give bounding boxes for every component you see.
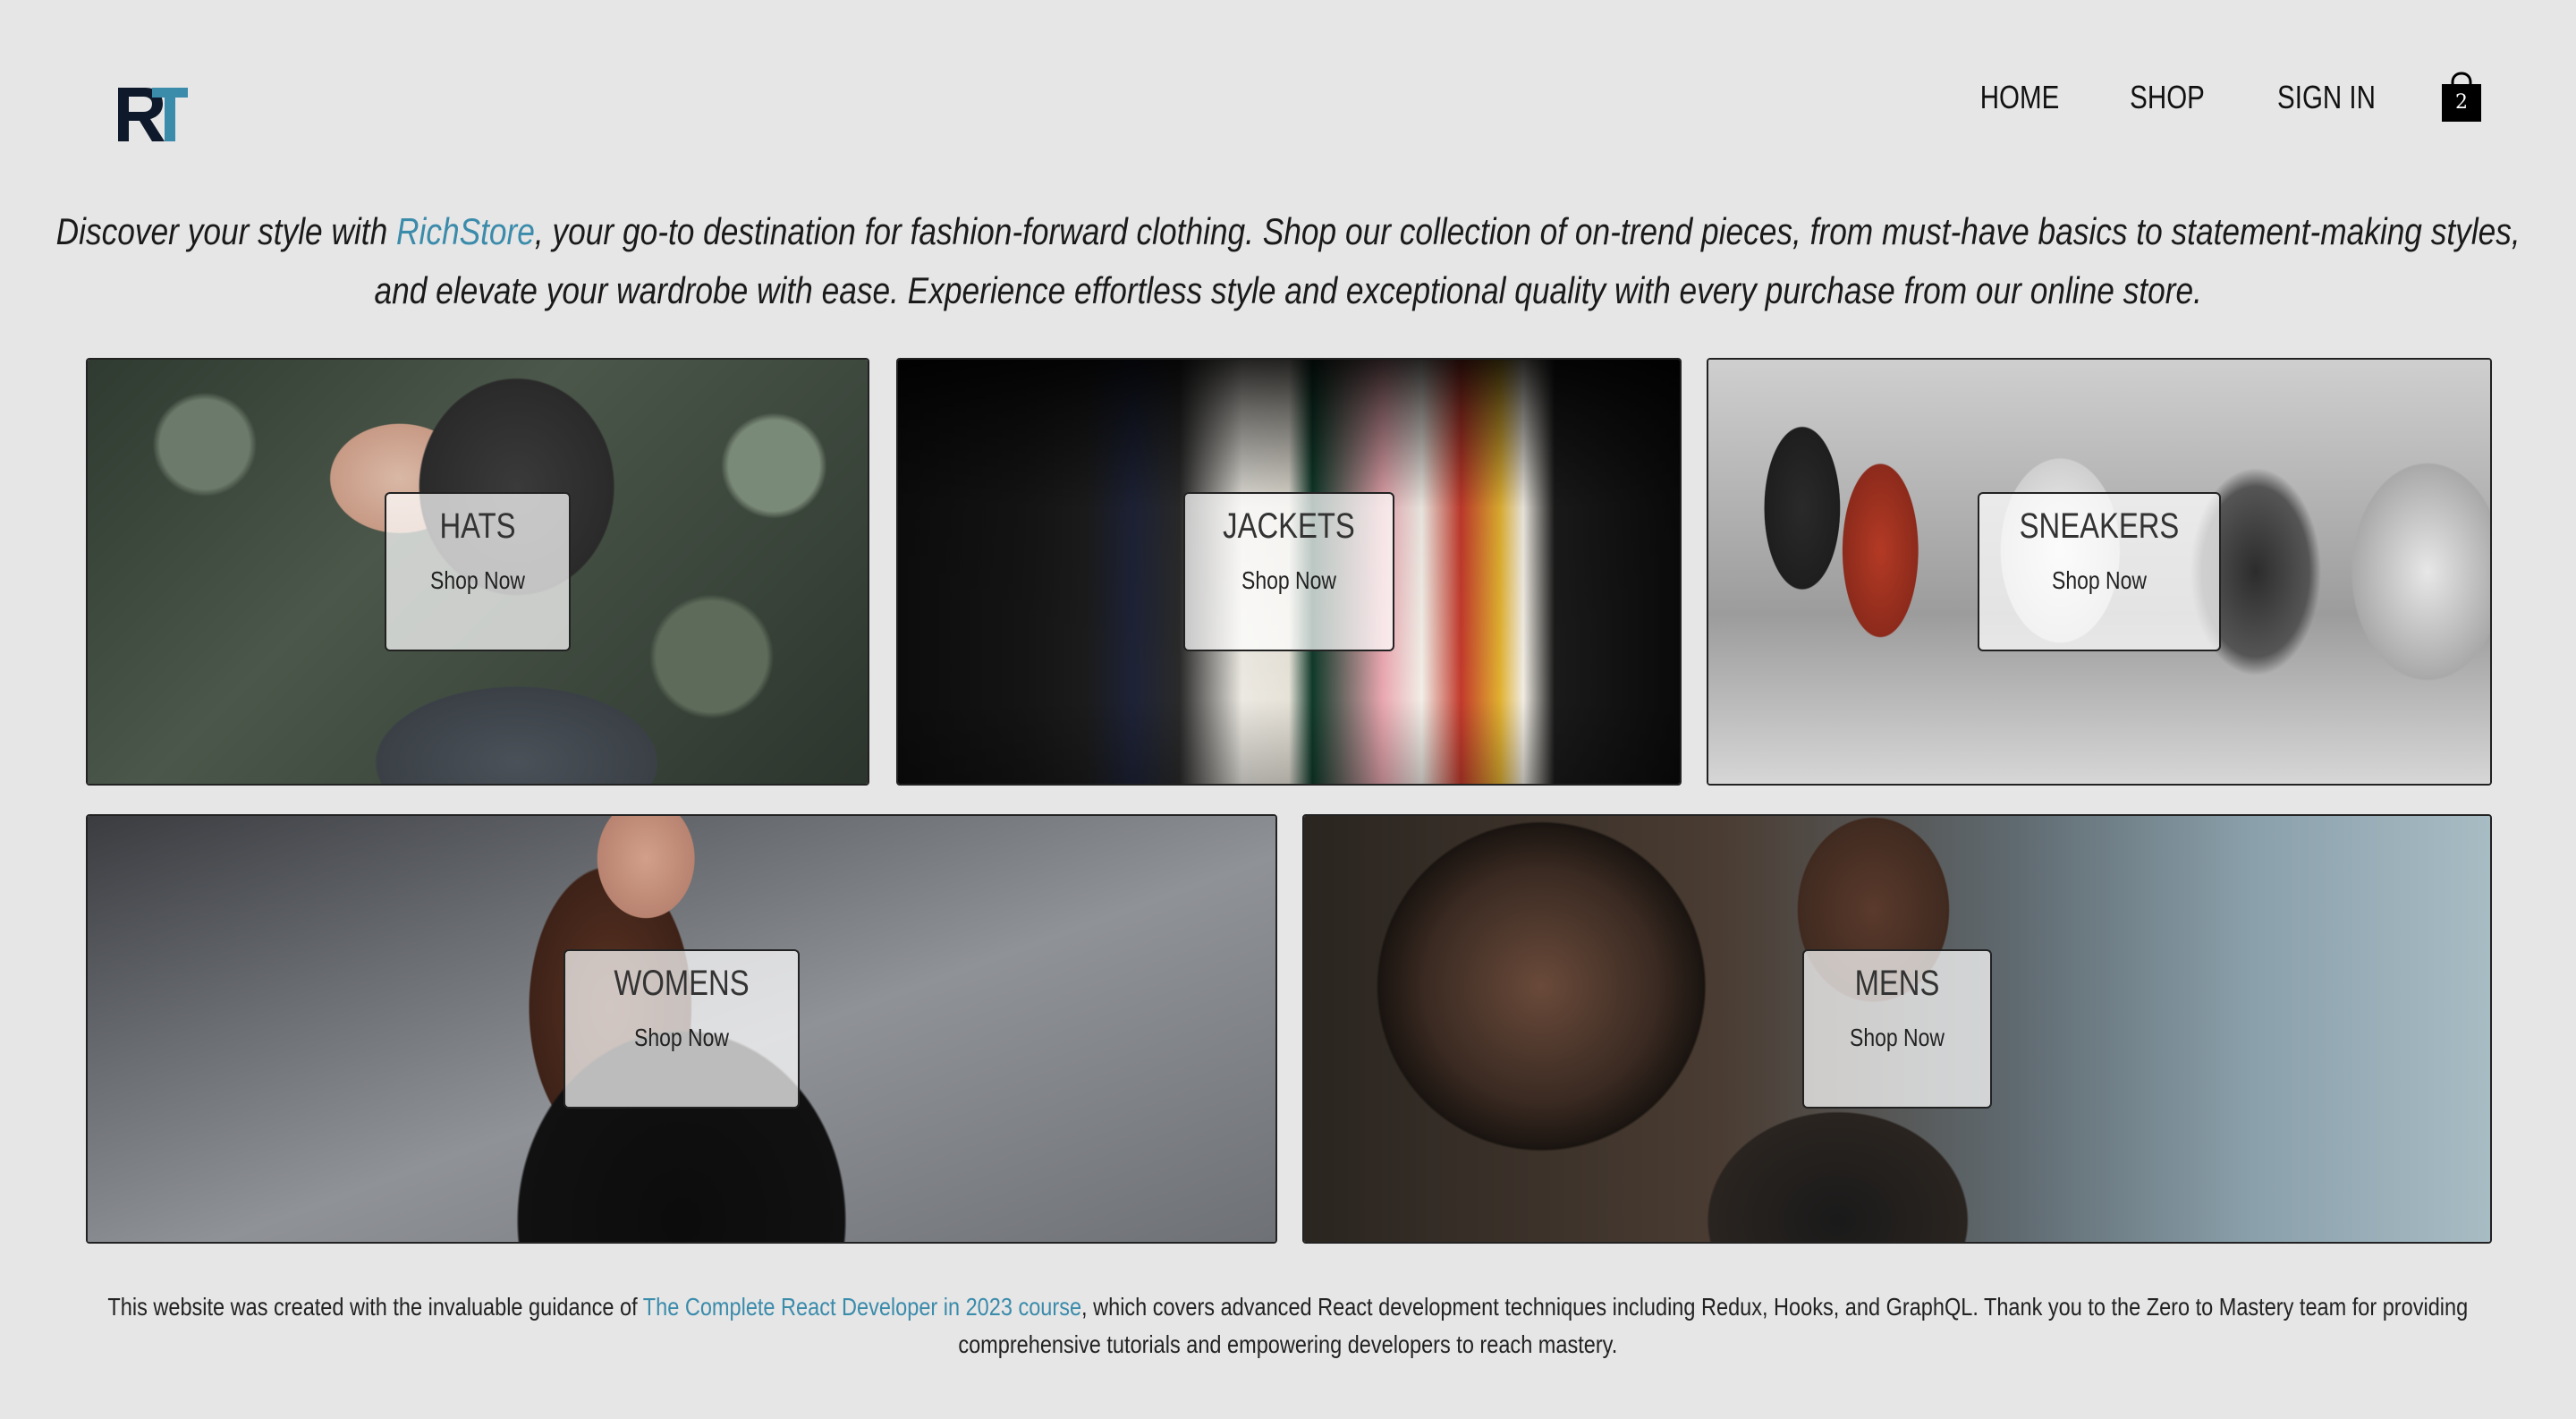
course-link[interactable]: The Complete React Developer in 2023 cou… [643,1293,1081,1321]
tagline-suffix: , your go-to destination for fashion-for… [374,210,2521,311]
category-title: SNEAKERS [2019,506,2180,546]
nav-sign-in-link[interactable]: SIGN IN [2277,79,2376,116]
main-nav: HOME SHOP SIGN IN 2 [1971,72,2483,123]
category-title: HATS [439,506,516,546]
nav-home-link[interactable]: HOME [1980,79,2060,116]
cart-count: 2 [2455,91,2468,114]
nav-shop-link[interactable]: SHOP [2130,79,2205,116]
category-card-jackets[interactable]: JACKETS Shop Now [896,358,1682,786]
mens-label-box[interactable]: MENS Shop Now [1802,949,1992,1109]
category-card-hats[interactable]: HATS Shop Now [86,358,869,786]
shop-now-link[interactable]: Shop Now [402,566,552,595]
category-card-womens[interactable]: WOMENS Shop Now [86,814,1277,1244]
shop-now-link[interactable]: Shop Now [1821,1024,1974,1052]
category-card-sneakers[interactable]: SNEAKERS Shop Now [1707,358,2492,786]
shop-now-link[interactable]: Shop Now [2001,566,2198,595]
hats-label-box[interactable]: HATS Shop Now [385,492,571,651]
category-title: MENS [1854,964,1940,1003]
category-title: JACKETS [1223,506,1355,546]
footer-prefix: This website was created with the invalu… [107,1293,643,1321]
jackets-label-box[interactable]: JACKETS Shop Now [1183,492,1394,651]
category-title: WOMENS [614,964,750,1003]
logo[interactable] [114,82,190,145]
shop-now-link[interactable]: Shop Now [1204,566,1374,595]
brand-name: RichStore [395,210,535,252]
tagline-prefix: Discover your style with [55,210,396,252]
footer-suffix: , which covers advanced React developmen… [958,1293,2469,1358]
sneakers-label-box[interactable]: SNEAKERS Shop Now [1978,492,2221,651]
shopping-bag-icon[interactable]: 2 [2440,72,2483,123]
category-card-mens[interactable]: MENS Shop Now [1302,814,2492,1244]
footer: This website was created with the invalu… [107,1288,2469,1364]
tagline: Discover your style with RichStore, your… [54,202,2522,320]
womens-label-box[interactable]: WOMENS Shop Now [564,949,800,1109]
shop-now-link[interactable]: Shop Now [586,1024,776,1052]
